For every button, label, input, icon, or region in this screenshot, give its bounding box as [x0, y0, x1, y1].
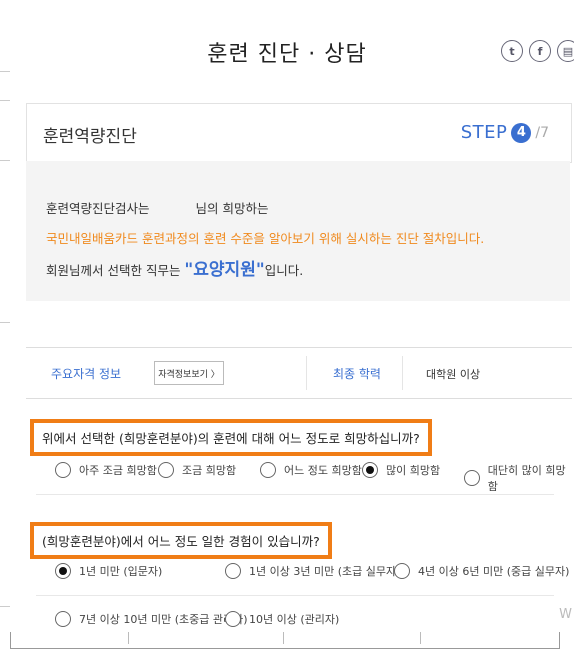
radio-icon[interactable]	[260, 462, 276, 478]
radio-checked-icon[interactable]	[362, 462, 378, 478]
step-title: 훈련역량진단	[43, 127, 137, 147]
question-1: 위에서 선택한 (희망훈련분야)의 훈련에 대해 어느 정도로 희망하십니까?	[30, 419, 432, 456]
option-label: 조금 희망함	[182, 464, 237, 477]
q2-option-1[interactable]: 1년 미만 (입문자)	[55, 563, 162, 579]
edge-fragment-icon: W	[559, 607, 572, 622]
edge-line	[0, 71, 10, 72]
intro-line1-part1: 훈련역량진단검사는	[46, 201, 150, 216]
q1-option-4[interactable]: 많이 희망함	[362, 462, 440, 478]
option-label: 어느 정도 희망함	[284, 464, 362, 477]
q1-option-2[interactable]: 조금 희망함	[158, 462, 236, 478]
q2-option-3[interactable]: 4년 이상 6년 미만 (중급 실무자)	[394, 563, 569, 579]
bottom-tick	[420, 632, 421, 644]
edge-line	[0, 160, 10, 161]
radio-icon[interactable]	[55, 611, 71, 627]
question-2-text: (희망훈련분야)에서 어느 정도 일한 경험이 있습니까?	[34, 526, 328, 555]
intro-line3-prefix: 회원님께서 선택한 직무는	[46, 263, 185, 278]
q1-option-1[interactable]: 아주 조금 희망함	[55, 462, 157, 478]
intro-line-3: 회원님께서 선택한 직무는 "요양지원"입니다.	[46, 255, 303, 280]
bottom-tick	[283, 632, 284, 644]
info-bar: 주요자격 정보 자격정보보기 〉 최종 학력 대학원 이상	[26, 347, 572, 399]
selected-job: "요양지원"	[184, 260, 265, 280]
radio-icon[interactable]	[55, 462, 71, 478]
divider	[306, 356, 307, 390]
step-total: /7	[535, 124, 549, 141]
cert-info-button[interactable]: 자격정보보기 〉	[154, 361, 224, 385]
q2-option-5[interactable]: 10년 이상 (관리자)	[225, 611, 339, 627]
bottom-tick	[128, 632, 129, 644]
q2-option-4[interactable]: 7년 이상 10년 미만 (초중급 관리자)	[55, 611, 248, 627]
edge-line	[0, 606, 10, 607]
radio-checked-icon[interactable]	[55, 563, 71, 579]
radio-icon[interactable]	[158, 462, 174, 478]
edge-line	[0, 322, 10, 323]
radio-icon[interactable]	[225, 611, 241, 627]
step-box: 훈련역량진단 STEP 4 /7	[26, 103, 572, 163]
separator	[36, 494, 554, 495]
radio-icon[interactable]	[464, 470, 480, 486]
twitter-icon[interactable]: t	[501, 40, 523, 62]
facebook-icon[interactable]: f	[529, 40, 551, 62]
cert-label: 주요자격 정보	[51, 367, 122, 381]
option-label: 4년 이상 6년 미만 (중급 실무자)	[418, 565, 570, 578]
radio-icon[interactable]	[225, 563, 241, 579]
q2-option-2[interactable]: 1년 이상 3년 미만 (초급 실무자)	[225, 563, 400, 579]
intro-box: 훈련역량진단검사는 님의 희망하는 국민내일배움카드 훈련과정의 훈련 수준을 …	[26, 161, 570, 301]
option-label: 7년 이상 10년 미만 (초중급 관리자)	[79, 613, 248, 626]
intro-line1-part2: 님의 희망하는	[195, 201, 269, 216]
option-label: 대단히 많이 희망함	[487, 464, 566, 493]
option-label: 1년 미만 (입문자)	[79, 565, 163, 578]
question-2: (희망훈련분야)에서 어느 정도 일한 경험이 있습니까?	[30, 522, 332, 559]
page-title: 훈련 진단 · 상담	[207, 42, 367, 67]
option-label: 많이 희망함	[386, 464, 441, 477]
step-number: 4	[511, 122, 532, 143]
option-label: 1년 이상 3년 미만 (초급 실무자)	[249, 565, 401, 578]
divider	[402, 356, 403, 390]
intro-line-2: 국민내일배움카드 훈련과정의 훈련 수준을 알아보기 위해 실시하는 진단 절차…	[46, 231, 485, 246]
share-icons: t f ▤	[501, 40, 574, 62]
intro-line3-suffix: 입니다.	[264, 263, 304, 278]
bottom-frame	[10, 632, 560, 649]
option-label: 아주 조금 희망함	[79, 464, 157, 477]
question-1-text: 위에서 선택한 (희망훈련분야)의 훈련에 대해 어느 정도로 희망하십니까?	[34, 423, 428, 452]
edge-line	[0, 100, 10, 101]
step-indicator: STEP 4 /7	[461, 122, 549, 143]
edu-value: 대학원 이상	[426, 368, 481, 381]
separator	[36, 595, 554, 596]
q1-option-3[interactable]: 어느 정도 희망함	[260, 462, 362, 478]
step-label: STEP	[460, 122, 508, 143]
radio-icon[interactable]	[394, 563, 410, 579]
q1-option-5[interactable]: 대단히 많이 희망함	[464, 462, 574, 494]
edu-label: 최종 학력	[333, 367, 381, 381]
intro-line-1: 훈련역량진단검사는 님의 희망하는	[46, 198, 268, 217]
option-label: 10년 이상 (관리자)	[249, 613, 340, 626]
blog-icon[interactable]: ▤	[557, 40, 574, 62]
